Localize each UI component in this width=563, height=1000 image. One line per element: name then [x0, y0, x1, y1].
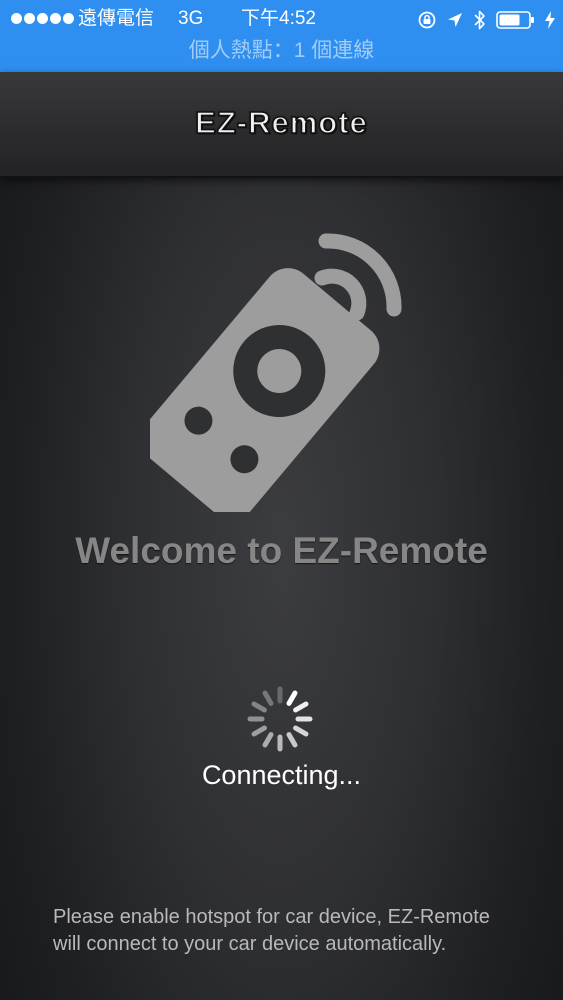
spinner-spoke [262, 732, 274, 748]
welcome-heading: Welcome to EZ-Remote [75, 530, 488, 571]
status-time: 下午4:52 [241, 8, 316, 29]
spinner-spoke [262, 690, 274, 706]
carrier-name: 遠傳電信 [78, 8, 155, 29]
connection-status: Connecting... [201, 760, 362, 790]
remote-control-wireless-icon [150, 233, 402, 512]
spinner-spoke [286, 690, 298, 706]
app-screen: 遠傳電信 3G 下午4:52 個人熱點：1 個連線 EZ-Remote Welc… [0, 0, 563, 1000]
activity-spinner-icon [247, 686, 313, 752]
charging-bolt-icon [545, 11, 555, 29]
status-bar: 遠傳電信 3G 下午4:52 個人熱點：1 個連線 [0, 0, 563, 72]
signal-dots-icon [11, 13, 74, 24]
spinner-spoke [293, 701, 309, 713]
bluetooth-icon [474, 10, 485, 30]
spinner-spoke [251, 701, 267, 713]
status-icons [417, 8, 555, 32]
battery-icon [496, 11, 534, 29]
hotspot-banner[interactable]: 個人熱點：1 個連線 [0, 37, 563, 65]
status-row: 遠傳電信 3G 下午4:52 [0, 6, 563, 32]
nav-title: EZ-Remote [194, 104, 368, 141]
nav-bar: EZ-Remote [0, 72, 563, 178]
location-arrow-icon [448, 13, 462, 27]
hotspot-instructions: Please enable hotspot for car device, EZ… [53, 906, 490, 955]
spinner-spoke [286, 732, 298, 748]
spinner-spoke [251, 725, 267, 737]
network-type: 3G [178, 8, 204, 29]
rotation-lock-icon [418, 11, 436, 29]
spinner-spoke [293, 725, 309, 737]
